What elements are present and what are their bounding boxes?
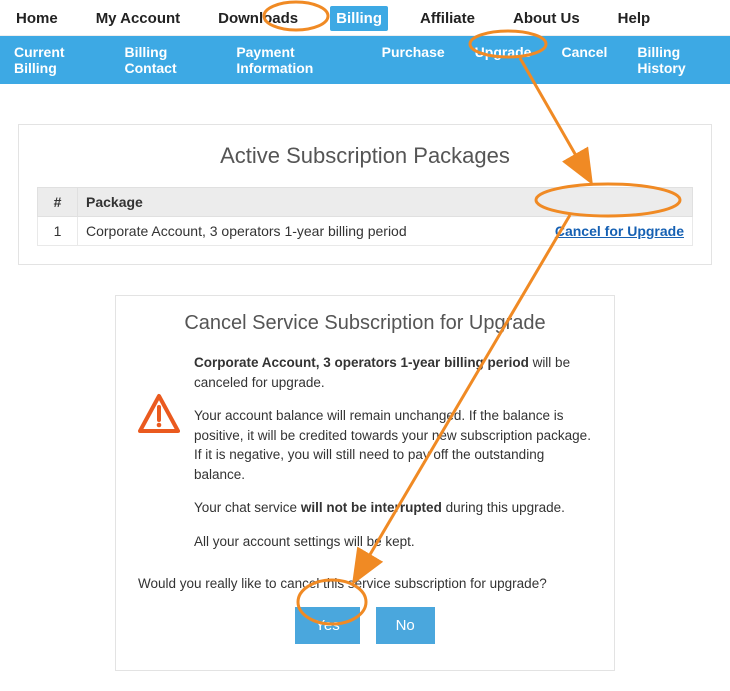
- nav-home[interactable]: Home: [10, 6, 64, 31]
- dialog-package-name: Corporate Account, 3 operators 1-year bi…: [194, 355, 529, 370]
- subscriptions-table: # Package 1 Corporate Account, 3 operato…: [37, 187, 693, 246]
- package-name-text: Corporate Account, 3 operators 1-year bi…: [86, 223, 407, 239]
- table-row: 1 Corporate Account, 3 operators 1-year …: [38, 217, 693, 246]
- cell-package: Corporate Account, 3 operators 1-year bi…: [78, 217, 693, 246]
- nav-help[interactable]: Help: [612, 6, 657, 31]
- subnav-payment-information[interactable]: Payment Information: [232, 42, 355, 78]
- dialog-settings-text: All your account settings will be kept.: [194, 532, 592, 552]
- subnav-billing-history[interactable]: Billing History: [633, 42, 720, 78]
- dialog-title: Cancel Service Subscription for Upgrade: [138, 312, 592, 335]
- col-num: #: [38, 188, 78, 217]
- panel-title: Active Subscription Packages: [37, 143, 693, 169]
- billing-subnav: Current Billing Billing Contact Payment …: [0, 36, 730, 84]
- yes-button[interactable]: Yes: [295, 607, 359, 644]
- dialog-chat-prefix: Your chat service: [194, 500, 301, 515]
- nav-about-us[interactable]: About Us: [507, 6, 586, 31]
- cell-num: 1: [38, 217, 78, 246]
- no-button[interactable]: No: [376, 607, 435, 644]
- dialog-balance-text: Your account balance will remain unchang…: [194, 406, 592, 484]
- subnav-billing-contact[interactable]: Billing Contact: [121, 42, 211, 78]
- nav-affiliate[interactable]: Affiliate: [414, 6, 481, 31]
- dialog-buttons: Yes No: [138, 607, 592, 644]
- cancel-for-upgrade-link[interactable]: Cancel for Upgrade: [555, 223, 684, 239]
- top-nav: Home My Account Downloads Billing Affili…: [0, 0, 730, 36]
- dialog-chat-bold: will not be interrupted: [301, 500, 442, 515]
- nav-my-account[interactable]: My Account: [90, 6, 186, 31]
- subnav-purchase[interactable]: Purchase: [378, 42, 449, 78]
- nav-billing[interactable]: Billing: [330, 6, 388, 31]
- dialog-confirm-text: Would you really like to cancel this ser…: [138, 576, 592, 591]
- subnav-cancel[interactable]: Cancel: [557, 42, 611, 78]
- dialog-body-text: Corporate Account, 3 operators 1-year bi…: [194, 353, 592, 566]
- col-package: Package: [78, 188, 693, 217]
- dialog-chat-suffix: during this upgrade.: [442, 500, 565, 515]
- subnav-current-billing[interactable]: Current Billing: [10, 42, 99, 78]
- warning-icon: [138, 393, 180, 438]
- subnav-upgrade[interactable]: Upgrade: [471, 42, 536, 78]
- cancel-upgrade-dialog: Cancel Service Subscription for Upgrade …: [115, 295, 615, 671]
- active-subscriptions-panel: Active Subscription Packages # Package 1…: [18, 124, 712, 265]
- nav-downloads[interactable]: Downloads: [212, 6, 304, 31]
